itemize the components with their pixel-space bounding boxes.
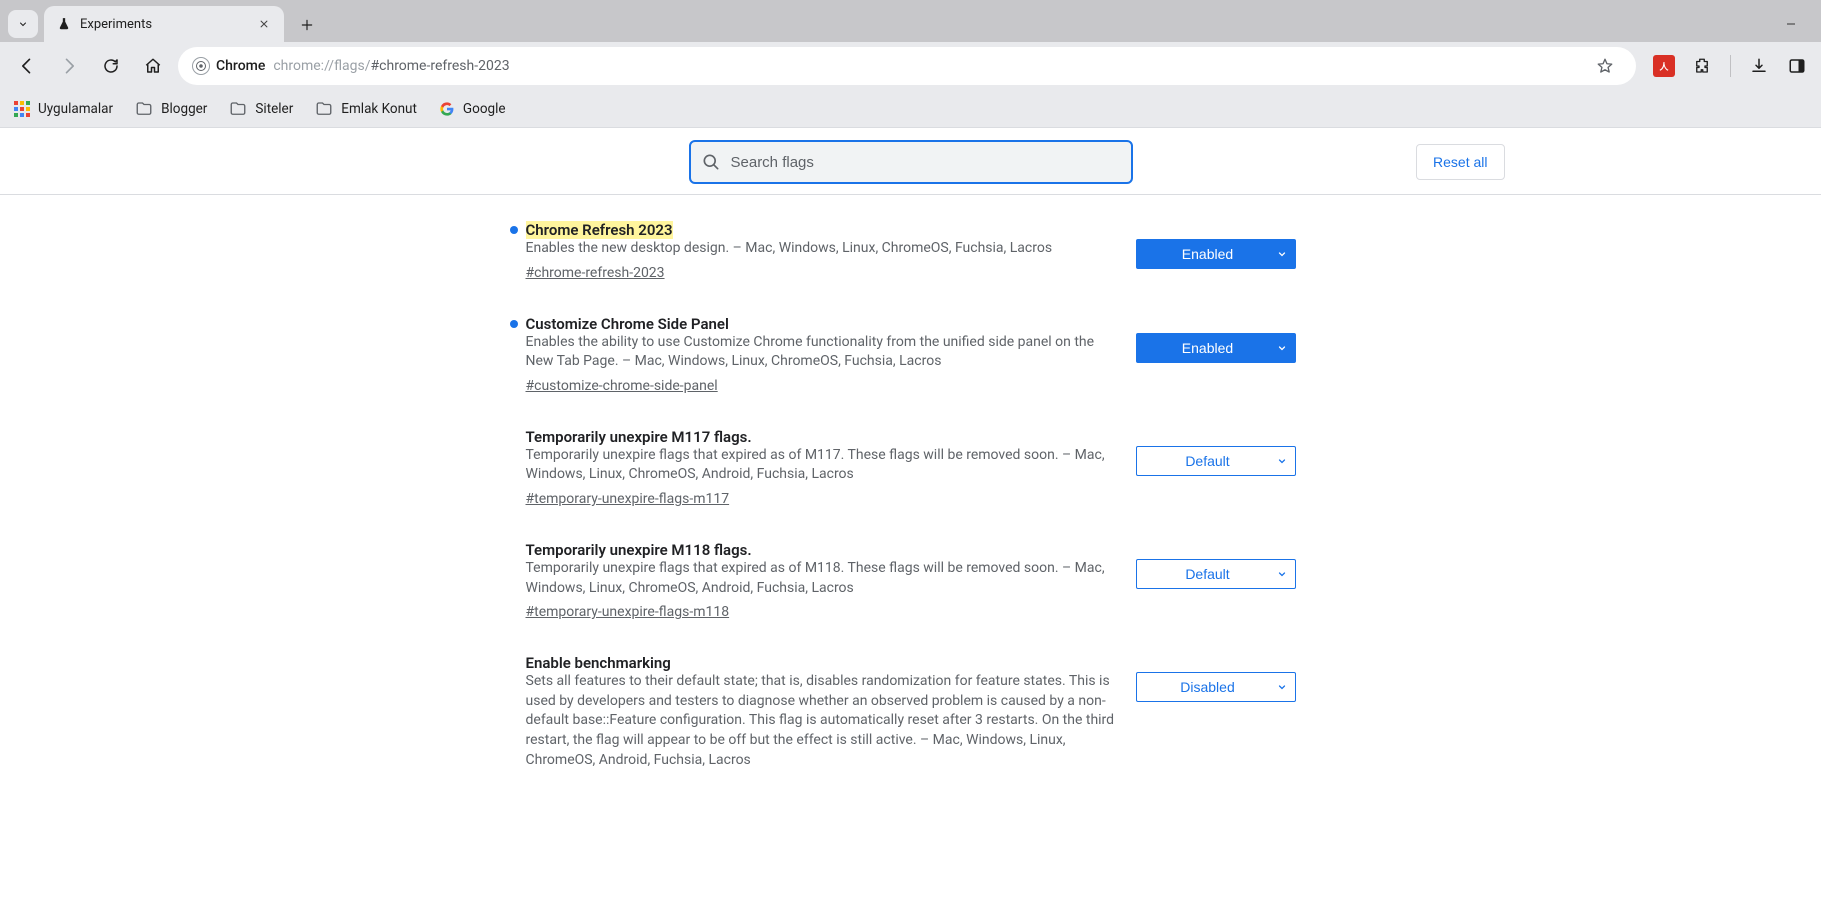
modified-dot-icon bbox=[510, 226, 518, 234]
flag-control: Enabled bbox=[1136, 315, 1296, 363]
bookmark-folder-blogger[interactable]: Blogger bbox=[135, 100, 207, 118]
flag-select[interactable]: Default bbox=[1136, 559, 1296, 589]
site-chip: Chrome bbox=[192, 57, 265, 75]
flag-description: Enables the ability to use Customize Chr… bbox=[526, 333, 1116, 372]
omnibox[interactable]: Chrome chrome://flags/#chrome-refresh-20… bbox=[178, 47, 1636, 85]
bookmark-folder-emlak[interactable]: Emlak Konut bbox=[315, 100, 417, 118]
modified-dot-icon bbox=[510, 320, 518, 328]
bookmark-label: Siteler bbox=[255, 101, 293, 117]
bookmark-folder-siteler[interactable]: Siteler bbox=[229, 100, 293, 118]
flag-description: Enables the new desktop design. – Mac, W… bbox=[526, 239, 1116, 259]
google-icon bbox=[439, 101, 455, 117]
separator bbox=[1730, 55, 1731, 77]
flag-anchor-link[interactable]: #temporary-unexpire-flags-m118 bbox=[526, 604, 730, 620]
side-panel-button[interactable] bbox=[1783, 52, 1811, 80]
flag-select-wrap: Enabled bbox=[1136, 239, 1296, 269]
home-button[interactable] bbox=[136, 49, 170, 83]
back-button[interactable] bbox=[10, 49, 44, 83]
flag-select-wrap: Disabled bbox=[1136, 672, 1296, 702]
flask-icon bbox=[56, 16, 72, 32]
apps-grid-icon bbox=[14, 101, 30, 117]
search-wrap bbox=[689, 140, 1133, 184]
browser-chrome: Experiments bbox=[0, 0, 1821, 128]
reload-button[interactable] bbox=[94, 49, 128, 83]
chrome-icon bbox=[192, 57, 210, 75]
flag-select[interactable]: Enabled bbox=[1136, 333, 1296, 363]
flag-description: Sets all features to their default state… bbox=[526, 672, 1116, 770]
tab-close-button[interactable] bbox=[256, 16, 272, 32]
flag-anchor-link[interactable]: #chrome-refresh-2023 bbox=[526, 265, 665, 281]
bookmark-label: Emlak Konut bbox=[341, 101, 417, 117]
flag-row: Customize Chrome Side PanelEnables the a… bbox=[526, 305, 1296, 418]
flag-anchor-link[interactable]: #temporary-unexpire-flags-m117 bbox=[526, 491, 730, 507]
tab-strip: Experiments bbox=[0, 0, 1821, 42]
page-content: Reset all Chrome Refresh 2023Enables the… bbox=[0, 128, 1821, 840]
bookmarks-bar: Uygulamalar Blogger Siteler Emlak Konut … bbox=[0, 90, 1821, 128]
flag-select[interactable]: Default bbox=[1136, 446, 1296, 476]
extension-pdf[interactable]: 人 bbox=[1650, 52, 1678, 80]
site-chip-label: Chrome bbox=[216, 58, 265, 74]
flag-title: Customize Chrome Side Panel bbox=[526, 315, 729, 333]
reset-all-button[interactable]: Reset all bbox=[1416, 144, 1504, 180]
flag-row: Chrome Refresh 2023Enables the new deskt… bbox=[526, 211, 1296, 305]
url-text: chrome://flags/#chrome-refresh-2023 bbox=[273, 58, 509, 74]
chevron-down-icon bbox=[17, 18, 29, 30]
flag-title: Chrome Refresh 2023 bbox=[526, 221, 673, 239]
flag-row: Temporarily unexpire M117 flags.Temporar… bbox=[526, 418, 1296, 531]
flag-select-wrap: Default bbox=[1136, 559, 1296, 589]
flag-row: Enable benchmarkingSets all features to … bbox=[526, 644, 1296, 800]
flag-select[interactable]: Enabled bbox=[1136, 239, 1296, 269]
bookmark-star-button[interactable] bbox=[1588, 49, 1622, 83]
bookmark-label: Google bbox=[463, 101, 506, 117]
flag-select[interactable]: Disabled bbox=[1136, 672, 1296, 702]
toolbar-actions: 人 bbox=[1644, 52, 1811, 80]
browser-tab[interactable]: Experiments bbox=[44, 6, 284, 42]
minimize-button[interactable] bbox=[1771, 6, 1811, 36]
flag-info: Enable benchmarkingSets all features to … bbox=[526, 654, 1116, 776]
folder-icon bbox=[229, 100, 247, 118]
flag-select-wrap: Default bbox=[1136, 446, 1296, 476]
search-icon bbox=[701, 152, 721, 172]
extensions-button[interactable] bbox=[1688, 52, 1716, 80]
window-controls bbox=[1771, 0, 1821, 42]
flag-control: Enabled bbox=[1136, 221, 1296, 269]
bookmark-apps[interactable]: Uygulamalar bbox=[14, 101, 113, 117]
flags-list: Chrome Refresh 2023Enables the new deskt… bbox=[526, 195, 1296, 840]
flag-info: Customize Chrome Side PanelEnables the a… bbox=[526, 315, 1116, 394]
flag-title: Temporarily unexpire M118 flags. bbox=[526, 541, 752, 559]
folder-icon bbox=[315, 100, 333, 118]
flag-description: Temporarily unexpire flags that expired … bbox=[526, 559, 1116, 598]
search-row: Reset all bbox=[0, 128, 1821, 195]
search-flags-input[interactable] bbox=[689, 140, 1133, 184]
folder-icon bbox=[135, 100, 153, 118]
flag-description: Temporarily unexpire flags that expired … bbox=[526, 446, 1116, 485]
bookmark-label: Blogger bbox=[161, 101, 207, 117]
flag-control: Default bbox=[1136, 428, 1296, 476]
flag-info: Temporarily unexpire M118 flags.Temporar… bbox=[526, 541, 1116, 620]
flag-info: Chrome Refresh 2023Enables the new deskt… bbox=[526, 221, 1116, 281]
new-tab-button[interactable] bbox=[292, 10, 322, 40]
flag-control: Default bbox=[1136, 541, 1296, 589]
tab-search-button[interactable] bbox=[8, 10, 38, 38]
forward-button[interactable] bbox=[52, 49, 86, 83]
toolbar: Chrome chrome://flags/#chrome-refresh-20… bbox=[0, 42, 1821, 90]
flag-anchor-link[interactable]: #customize-chrome-side-panel bbox=[526, 378, 718, 394]
downloads-button[interactable] bbox=[1745, 52, 1773, 80]
bookmark-label: Uygulamalar bbox=[38, 101, 113, 117]
flag-control: Disabled bbox=[1136, 654, 1296, 702]
bookmark-google[interactable]: Google bbox=[439, 101, 506, 117]
flag-title: Temporarily unexpire M117 flags. bbox=[526, 428, 752, 446]
flag-row: Temporarily unexpire M118 flags.Temporar… bbox=[526, 531, 1296, 644]
tab-title: Experiments bbox=[80, 17, 248, 32]
flag-title: Enable benchmarking bbox=[526, 654, 671, 672]
flag-select-wrap: Enabled bbox=[1136, 333, 1296, 363]
flag-info: Temporarily unexpire M117 flags.Temporar… bbox=[526, 428, 1116, 507]
